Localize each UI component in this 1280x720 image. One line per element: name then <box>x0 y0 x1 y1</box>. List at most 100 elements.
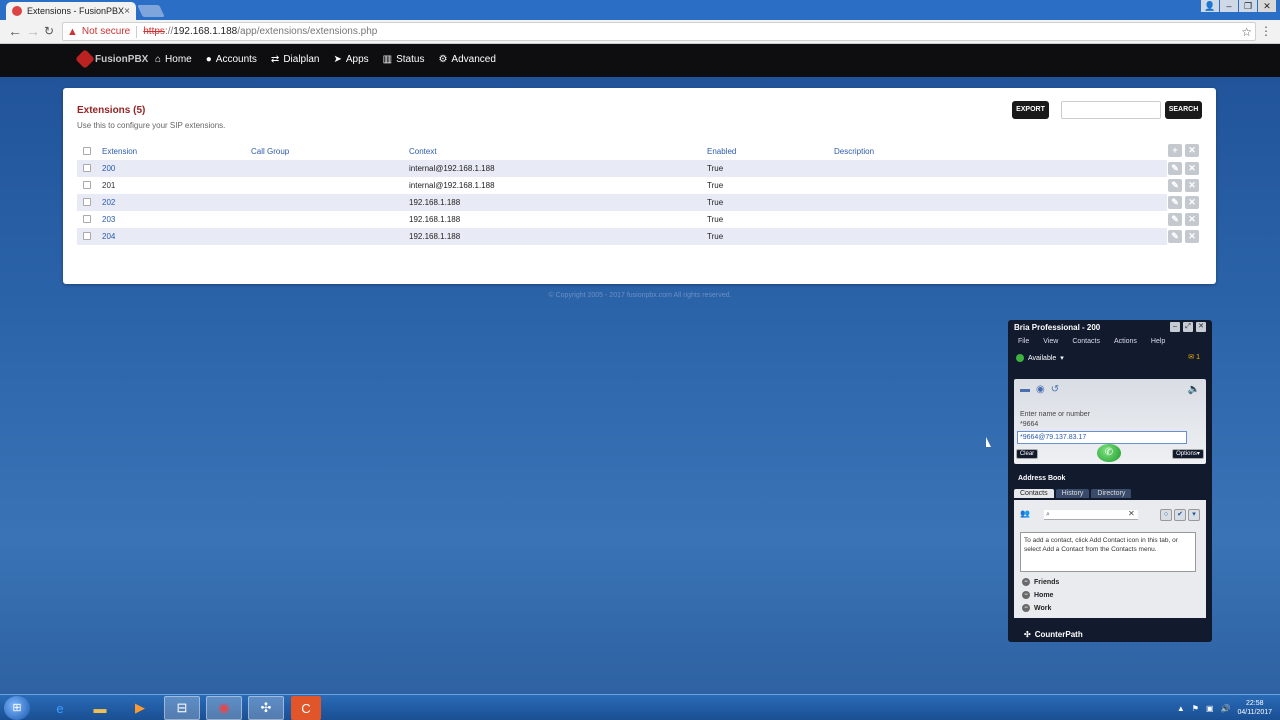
col-call-group[interactable]: Call Group <box>251 147 289 156</box>
main-menu: ⌂ Home ● Accounts ⇄ Dialplan ➤ Apps ▥ Status … <box>155 54 496 65</box>
nav-dialplan[interactable]: ⇄ Dialplan <box>271 54 320 65</box>
group-home[interactable]: − Home <box>1022 591 1053 599</box>
browser-menu-icon[interactable]: ⋮ <box>1260 24 1272 38</box>
edit-row-button[interactable]: ✎ <box>1168 230 1182 243</box>
tray-expand-icon[interactable]: ▲ <box>1177 704 1185 713</box>
start-button[interactable]: ⊞ <box>4 696 30 720</box>
network-tray-icon[interactable]: ▣ <box>1206 704 1214 713</box>
clock[interactable]: 22:58 04/11/2017 <box>1237 699 1272 717</box>
select-all-checkbox[interactable] <box>83 147 91 155</box>
row-checkbox[interactable] <box>83 215 91 223</box>
nav-home[interactable]: ⌂ Home <box>155 54 192 65</box>
voicemail-indicator[interactable]: ✉ 1 <box>1188 353 1200 361</box>
explorer-taskbar-icon[interactable]: ▬ <box>82 696 118 720</box>
fusionpbx-logo[interactable]: FusionPBX <box>75 49 148 69</box>
cell-extension[interactable]: 203 <box>102 215 115 224</box>
online-filter-icon[interactable]: ✔ <box>1174 509 1186 521</box>
call-button[interactable]: ✆ <box>1097 444 1121 462</box>
group-friends[interactable]: − Friends <box>1022 578 1059 586</box>
bria-menu-view[interactable]: View <box>1043 338 1058 345</box>
bookmark-star-icon[interactable]: ☆ <box>1241 25 1252 39</box>
cell-extension[interactable]: 201 <box>102 181 115 190</box>
edit-row-button[interactable]: ✎ <box>1168 162 1182 175</box>
add-extension-button[interactable]: + <box>1168 144 1182 157</box>
cell-extension[interactable]: 202 <box>102 198 115 207</box>
media-player-taskbar-icon[interactable]: ▶ <box>122 696 158 720</box>
nav-accounts[interactable]: ● Accounts <box>206 54 257 65</box>
col-context[interactable]: Context <box>409 147 437 156</box>
delete-row-button[interactable]: ✕ <box>1185 196 1199 209</box>
col-enabled[interactable]: Enabled <box>707 147 736 156</box>
search-button[interactable]: SEARCH <box>1165 101 1202 119</box>
speaker-icon[interactable]: 🔈 <box>1188 384 1200 395</box>
browser-tabstrip: Extensions - FusionPBX × 👤 – ❐ ✕ <box>0 0 1280 20</box>
bria-menu-file[interactable]: File <box>1018 338 1029 345</box>
reload-icon[interactable]: ↻ <box>44 24 54 38</box>
bria-close-icon[interactable]: ✕ <box>1196 322 1206 332</box>
close-window-icon[interactable]: ✕ <box>1258 0 1276 12</box>
volume-icon[interactable]: 🔊 <box>1221 704 1231 713</box>
back-icon[interactable]: ← <box>8 23 22 39</box>
delete-row-button[interactable]: ✕ <box>1185 162 1199 175</box>
chrome-taskbar-icon[interactable]: ◉ <box>206 696 242 720</box>
conference-icon[interactable]: ◉ <box>1036 384 1045 395</box>
delete-row-button[interactable]: ✕ <box>1185 179 1199 192</box>
col-extension[interactable]: Extension <box>102 147 137 156</box>
message-count: 1 <box>1196 354 1200 361</box>
nav-apps[interactable]: ➤ Apps <box>333 54 368 65</box>
export-button[interactable]: EXPORT <box>1012 101 1049 119</box>
row-checkbox[interactable] <box>83 164 91 172</box>
clear-button[interactable]: Clear <box>1016 449 1038 459</box>
puzzle-taskbar-icon[interactable]: ✣ <box>248 696 284 720</box>
row-checkbox[interactable] <box>83 198 91 206</box>
presence-status[interactable]: Available ▾ <box>1016 354 1064 362</box>
network-taskbar-icon[interactable]: ⊟ <box>164 696 200 720</box>
flag-icon[interactable]: ⚑ <box>1192 704 1199 713</box>
forward-icon[interactable]: → <box>26 23 40 39</box>
bria-menu-contacts[interactable]: Contacts <box>1072 338 1100 345</box>
bria-menu-help[interactable]: Help <box>1151 338 1165 345</box>
bria-restore-icon[interactable]: ⤢ <box>1183 322 1193 332</box>
delete-selected-button[interactable]: ✕ <box>1185 144 1199 157</box>
ie-taskbar-icon[interactable]: e <box>42 696 78 720</box>
search-input[interactable] <box>1061 101 1161 119</box>
nav-advanced-label: Advanced <box>451 54 496 65</box>
group-work[interactable]: − Work <box>1022 604 1051 612</box>
presence-filter-icon[interactable]: ○ <box>1160 509 1172 521</box>
tab-close-icon[interactable]: × <box>124 6 130 17</box>
minimize-icon[interactable]: – <box>1220 0 1238 12</box>
col-description[interactable]: Description <box>834 147 874 156</box>
bria-minimize-icon[interactable]: – <box>1170 322 1180 332</box>
browser-tab[interactable]: Extensions - FusionPBX × <box>6 2 136 20</box>
cell-extension[interactable]: 200 <box>102 164 115 173</box>
url-input[interactable]: ▲ Not secure https :// 192.168.1.188 /ap… <box>62 22 1256 41</box>
delete-row-button[interactable]: ✕ <box>1185 230 1199 243</box>
clear-search-icon[interactable]: ✕ <box>1128 509 1135 518</box>
row-checkbox[interactable] <box>83 232 91 240</box>
filter-dropdown-icon[interactable]: ▾ <box>1188 509 1200 521</box>
bria-menu-actions[interactable]: Actions <box>1114 338 1137 345</box>
row-checkbox[interactable] <box>83 181 91 189</box>
redial-icon[interactable]: ↺ <box>1051 384 1059 395</box>
edit-row-button[interactable]: ✎ <box>1168 213 1182 226</box>
tab-history[interactable]: History <box>1055 489 1090 498</box>
dial-input[interactable]: *9664@79.137.83.17 <box>1017 431 1187 444</box>
add-contact-icon[interactable]: 👥 <box>1020 509 1030 518</box>
options-button[interactable]: Options▾ <box>1172 449 1204 459</box>
nav-advanced[interactable]: ⚙ Advanced <box>438 54 495 65</box>
user-icon[interactable]: 👤 <box>1201 0 1219 12</box>
table-row: 203 192.168.1.188 True <box>77 211 1167 228</box>
video-icon[interactable]: ▬ <box>1020 384 1030 395</box>
new-tab-button[interactable] <box>137 5 165 17</box>
contact-search-input[interactable]: ⌕ <box>1044 510 1138 520</box>
edit-row-button[interactable]: ✎ <box>1168 179 1182 192</box>
restore-icon[interactable]: ❐ <box>1239 0 1257 12</box>
tab-contacts[interactable]: Contacts <box>1014 489 1054 498</box>
window-controls: 👤 – ❐ ✕ <box>1201 0 1276 12</box>
cell-extension[interactable]: 204 <box>102 232 115 241</box>
edit-row-button[interactable]: ✎ <box>1168 196 1182 209</box>
camtasia-taskbar-icon[interactable]: C <box>291 696 321 720</box>
tab-directory[interactable]: Directory <box>1091 489 1132 498</box>
nav-status[interactable]: ▥ Status <box>383 54 425 65</box>
delete-row-button[interactable]: ✕ <box>1185 213 1199 226</box>
